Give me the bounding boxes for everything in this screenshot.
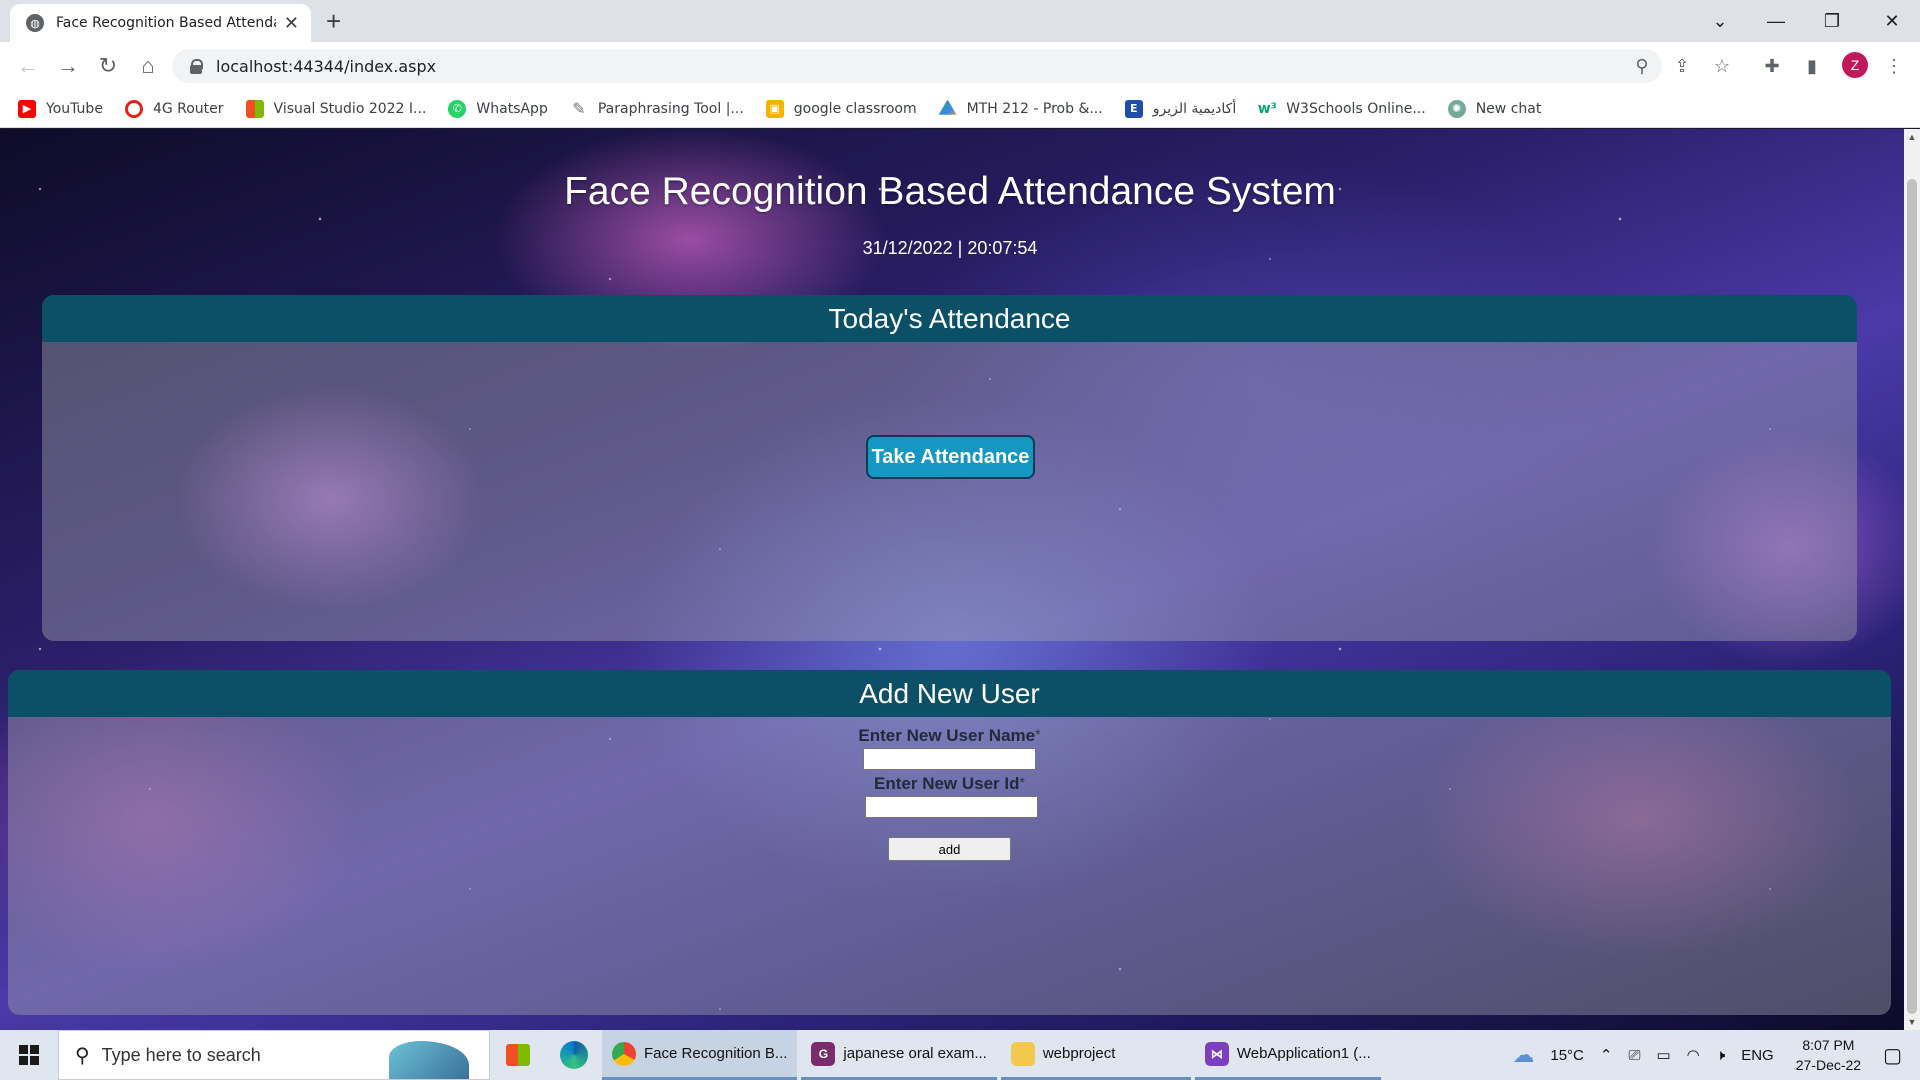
system-tray: ☁ 15°C ⌃ ⎚ ▭ ◠ 🕨 ENG 8:07 PM 27-Dec-22 ▢ <box>1504 1030 1920 1080</box>
add-user-panel: Add New User Enter New User Name* Enter … <box>8 670 1891 1015</box>
page-viewport: Face Recognition Based Attendance System… <box>0 129 1904 1030</box>
language-indicator[interactable]: ENG <box>1741 1047 1774 1064</box>
bookmark-paraphrasing[interactable]: ✎ Paraphrasing Tool |... <box>570 99 744 118</box>
taskbar-clock[interactable]: 8:07 PM 27-Dec-22 <box>1796 1035 1861 1075</box>
user-id-input[interactable] <box>865 796 1038 818</box>
drive-icon <box>938 99 957 115</box>
user-name-input[interactable] <box>863 748 1036 770</box>
zoom-icon[interactable]: ⚲ <box>1630 54 1654 78</box>
page-title: Face Recognition Based Attendance System <box>564 170 1336 213</box>
restore-icon[interactable]: ❐ <box>1804 0 1860 42</box>
extensions-icon[interactable]: ✚ <box>1760 54 1784 78</box>
search-icon: ⚲ <box>75 1044 90 1067</box>
tab-title: Face Recognition Based Attendan <box>56 15 276 31</box>
battery-icon[interactable]: ▭ <box>1656 1046 1670 1064</box>
url-text: localhost:44344/index.aspx <box>216 56 437 76</box>
taskbar-app-visual-studio[interactable]: ⋈ WebApplication1 (... <box>1194 1030 1381 1080</box>
bookmark-zero-academy[interactable]: E أكاديمية الزيرو <box>1124 99 1236 118</box>
store-icon[interactable] <box>490 1030 546 1080</box>
taskbar-time: 8:07 PM <box>1802 1037 1855 1053</box>
notifications-icon[interactable]: ▢ <box>1883 1043 1902 1068</box>
bookmark-new-chat[interactable]: ✺ New chat <box>1447 99 1541 118</box>
scroll-down-icon[interactable]: ▼ <box>1904 1014 1920 1030</box>
page-scrollbar[interactable]: ▲ ▼ <box>1904 129 1920 1030</box>
w3schools-icon: w³ <box>1257 100 1277 117</box>
chatgpt-icon: ✺ <box>1447 99 1466 118</box>
scrollbar-thumb[interactable] <box>1907 179 1917 1014</box>
profile-avatar[interactable]: Z <box>1842 52 1868 78</box>
tab-search-icon[interactable]: ⌄ <box>1692 0 1748 42</box>
bookmark-youtube[interactable]: ▶ YouTube <box>18 99 103 118</box>
attendance-header: Today's Attendance <box>42 295 1857 342</box>
home-icon[interactable]: ⌂ <box>132 50 164 82</box>
bookmark-star-icon[interactable]: ☆ <box>1710 54 1734 78</box>
browser-tab[interactable]: ◍ Face Recognition Based Attendan ✕ <box>10 4 311 42</box>
volume-muted-icon[interactable]: 🕨 <box>1716 1047 1725 1064</box>
classroom-icon: ▣ <box>765 99 784 118</box>
start-button[interactable] <box>0 1030 58 1080</box>
taskbar-app-folder[interactable]: webproject <box>1000 1030 1191 1080</box>
taskbar-app-pdf[interactable]: G japanese oral exam... <box>801 1030 997 1080</box>
tab-strip: ◍ Face Recognition Based Attendan ✕ + ⌄ … <box>0 0 1920 42</box>
add-user-button[interactable]: add <box>888 837 1011 861</box>
take-attendance-button[interactable]: Take Attendance <box>866 435 1035 479</box>
new-tab-icon[interactable]: + <box>326 6 341 37</box>
side-panel-icon[interactable]: ▮ <box>1800 54 1824 78</box>
forward-icon[interactable]: → <box>52 50 84 82</box>
bookmark-w3schools[interactable]: w³ W3Schools Online... <box>1257 100 1426 118</box>
minimize-icon[interactable]: — <box>1748 0 1804 42</box>
bookmark-mth212[interactable]: MTH 212 - Prob &... <box>938 99 1103 118</box>
required-marker: * <box>1019 774 1025 790</box>
close-tab-icon[interactable]: ✕ <box>284 13 299 34</box>
taskbar-app-chrome[interactable]: Face Recognition B... <box>602 1030 798 1080</box>
user-name-label: Enter New User Name* <box>858 726 1041 745</box>
globe-icon: ◍ <box>26 14 44 32</box>
folder-icon <box>1010 1041 1035 1066</box>
opera-icon <box>124 99 143 118</box>
visual-studio-icon: ⋈ <box>1204 1041 1229 1066</box>
back-icon[interactable]: ← <box>12 50 44 82</box>
weather-icon[interactable]: ☁ <box>1512 1042 1534 1068</box>
close-window-icon[interactable]: ✕ <box>1864 0 1920 42</box>
whatsapp-icon: ✆ <box>448 99 467 118</box>
weather-temp[interactable]: 15°C <box>1550 1047 1584 1064</box>
reload-icon[interactable]: ↻ <box>92 50 124 82</box>
bookmark-4g-router[interactable]: 4G Router <box>124 99 224 118</box>
tray-chevron-icon[interactable]: ⌃ <box>1600 1046 1613 1064</box>
user-id-label: Enter New User Id* <box>874 774 1025 793</box>
wifi-icon[interactable]: ◠ <box>1687 1046 1700 1064</box>
bookmarks-bar: ▶ YouTube 4G Router Visual Studio 2022 I.… <box>0 90 1920 128</box>
add-user-header: Add New User <box>8 670 1891 717</box>
chrome-icon <box>612 1041 636 1066</box>
address-bar[interactable]: localhost:44344/index.aspx <box>172 49 1662 83</box>
scroll-up-icon[interactable]: ▲ <box>1904 129 1920 145</box>
search-placeholder: Type here to search <box>101 1044 261 1065</box>
search-highlight-image <box>389 1041 469 1079</box>
quill-icon: ✎ <box>572 99 586 118</box>
bookmark-whatsapp[interactable]: ✆ WhatsApp <box>448 99 548 118</box>
lock-icon[interactable] <box>190 59 203 74</box>
required-marker: * <box>1035 726 1041 742</box>
share-icon[interactable]: ⇪ <box>1670 54 1694 78</box>
pdf-icon: G <box>811 1041 836 1066</box>
attendance-panel: Today's Attendance Take Attendance <box>42 295 1857 641</box>
taskbar-date: 27-Dec-22 <box>1795 1057 1862 1073</box>
microsoft-icon <box>245 99 264 118</box>
current-datetime: 31/12/2022 | 20:07:54 <box>862 238 1038 258</box>
meet-icon[interactable]: ⎚ <box>1628 1047 1640 1064</box>
browser-toolbar: ← → ↻ ⌂ localhost:44344/index.aspx ⚲ ⇪ ☆… <box>0 42 1920 90</box>
edge-icon[interactable] <box>546 1030 602 1080</box>
e-icon: E <box>1124 99 1143 118</box>
bookmark-google-classroom[interactable]: ▣ google classroom <box>765 99 917 118</box>
windows-logo-icon <box>19 1045 39 1065</box>
youtube-icon: ▶ <box>18 99 36 118</box>
bookmark-visual-studio[interactable]: Visual Studio 2022 I... <box>245 99 426 118</box>
menu-icon[interactable]: ⋮ <box>1882 54 1906 78</box>
taskbar-search[interactable]: ⚲ Type here to search <box>58 1030 490 1080</box>
windows-taskbar: ⚲ Type here to search Face Recognition B… <box>0 1030 1920 1080</box>
